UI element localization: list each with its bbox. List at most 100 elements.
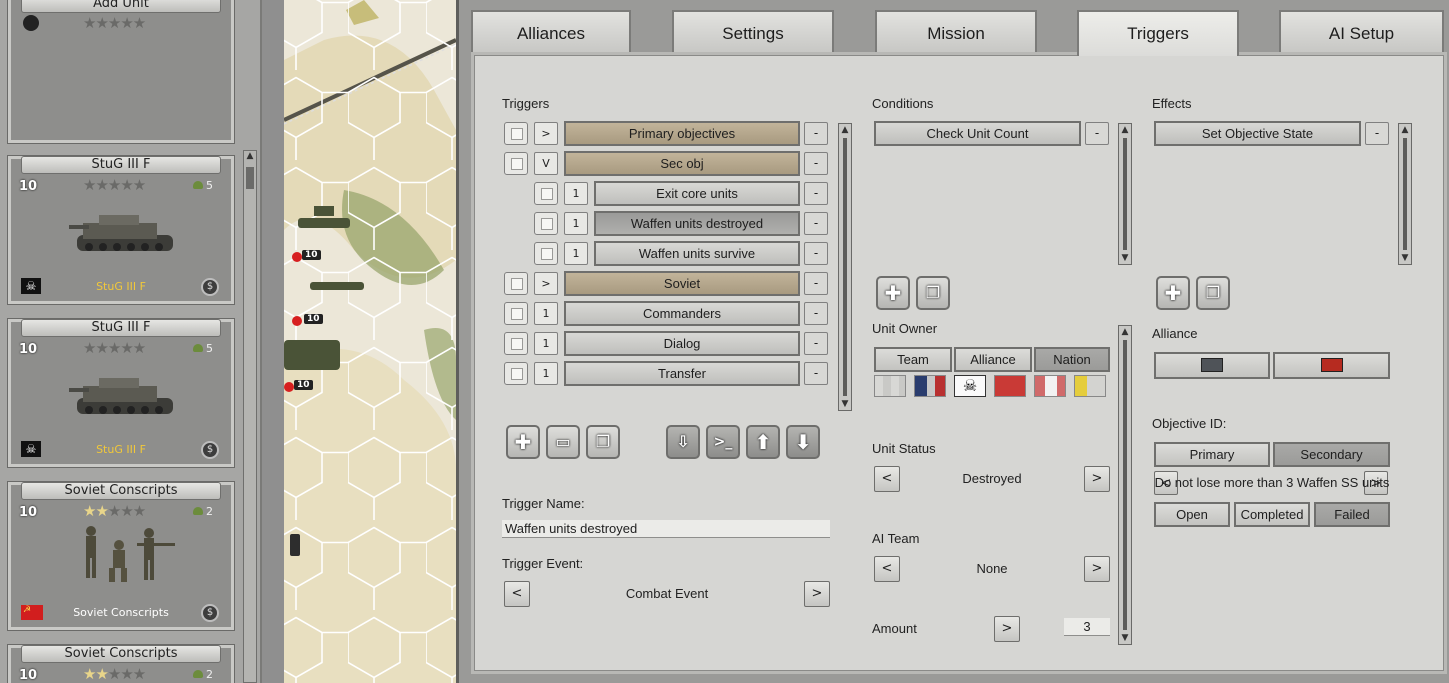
trigger-checkbox[interactable]	[504, 122, 528, 145]
owner-mode-nation[interactable]: Nation	[1034, 347, 1110, 372]
move-up-button[interactable]: ⬆	[746, 425, 780, 459]
trigger-item[interactable]: Exit core units	[594, 181, 800, 206]
trigger-order[interactable]: 1	[534, 302, 558, 325]
trigger-order[interactable]: 1	[534, 332, 558, 355]
status-next-button[interactable]: >	[1084, 466, 1110, 492]
import-button[interactable]: ⇩	[666, 425, 700, 459]
owner-mode-alliance[interactable]: Alliance	[954, 347, 1032, 372]
copy-effect-button[interactable]: ❐	[1196, 276, 1230, 310]
add-folder-button[interactable]: ▭	[546, 425, 580, 459]
nation-flag-soviet-icon[interactable]	[994, 375, 1026, 397]
trigger-expand-toggle[interactable]: V	[534, 152, 558, 175]
unit-card[interactable]: StuG III F 10 ★★★★★ 5 ☠ StuG III F $	[7, 318, 235, 468]
scroll-down-icon[interactable]: ▼	[1119, 252, 1131, 264]
trigger-checkbox[interactable]	[504, 362, 528, 385]
trigger-item[interactable]: Transfer	[564, 361, 800, 386]
trigger-checkbox[interactable]	[534, 182, 558, 205]
trigger-checkbox[interactable]	[504, 302, 528, 325]
add-effect-button[interactable]: ✚	[1156, 276, 1190, 310]
unit-card[interactable]: StuG III F 10 ★★★★★ 5 ☠ StuG III F $	[7, 155, 235, 305]
tab-alliances[interactable]: Alliances	[471, 10, 631, 53]
conditions-scrollbar[interactable]: ▲ ▼	[1118, 123, 1132, 265]
trigger-item[interactable]: Sec obj	[564, 151, 800, 176]
objective-type-secondary[interactable]: Secondary	[1273, 442, 1390, 467]
event-prev-button[interactable]: <	[504, 581, 530, 607]
trigger-order[interactable]: 1	[564, 242, 588, 265]
trigger-name-input[interactable]: Waffen units destroyed	[502, 520, 830, 538]
scrollbar-thumb[interactable]	[246, 167, 254, 189]
unit-card[interactable]: Soviet Conscripts 10 ★★★★★ 2 ☭ Soviet Co…	[7, 481, 235, 631]
objective-state-open[interactable]: Open	[1154, 502, 1230, 527]
scroll-up-icon[interactable]: ▲	[1119, 326, 1131, 338]
remove-effect-button[interactable]: -	[1365, 122, 1389, 145]
nation-flag-german-icon[interactable]	[914, 375, 946, 397]
amount-input[interactable]: 3	[1064, 618, 1110, 636]
trigger-item[interactable]: Soviet	[564, 271, 800, 296]
trigger-item[interactable]: Waffen units survive	[594, 241, 800, 266]
condition-details-scrollbar[interactable]: ▲ ▼	[1118, 325, 1132, 645]
tab-triggers[interactable]: Triggers	[1077, 10, 1239, 56]
remove-trigger-button[interactable]: -	[804, 122, 828, 145]
amount-next-button[interactable]: >	[994, 616, 1020, 642]
add-unit-card[interactable]: Add Unit ★★★★★	[7, 0, 235, 144]
scroll-up-icon[interactable]: ▲	[244, 151, 256, 165]
remove-trigger-button[interactable]: -	[804, 242, 828, 265]
alliance-option-axis[interactable]	[1154, 352, 1270, 379]
trigger-checkbox[interactable]	[534, 212, 558, 235]
scroll-down-icon[interactable]: ▼	[1119, 632, 1131, 644]
event-next-button[interactable]: >	[804, 581, 830, 607]
trigger-item[interactable]: Dialog	[564, 331, 800, 356]
remove-trigger-button[interactable]: -	[804, 152, 828, 175]
nation-flag-italian-icon[interactable]	[1034, 375, 1066, 397]
scroll-up-icon[interactable]: ▲	[1119, 124, 1131, 136]
trigger-expand-toggle[interactable]: >	[534, 122, 558, 145]
remove-trigger-button[interactable]: -	[804, 182, 828, 205]
triggers-scrollbar[interactable]: ▲ ▼	[838, 123, 852, 411]
nation-flag-waffen-ss-icon[interactable]: ☠	[954, 375, 986, 397]
owner-mode-team[interactable]: Team	[874, 347, 952, 372]
tab-mission[interactable]: Mission	[875, 10, 1037, 53]
trigger-item[interactable]: Primary objectives	[564, 121, 800, 146]
trigger-item[interactable]: Commanders	[564, 301, 800, 326]
trigger-order[interactable]: 1	[564, 182, 588, 205]
status-prev-button[interactable]: <	[874, 466, 900, 492]
remove-condition-button[interactable]: -	[1085, 122, 1109, 145]
scroll-down-icon[interactable]: ▼	[1399, 252, 1411, 264]
scroll-up-icon[interactable]: ▲	[1399, 124, 1411, 136]
trigger-checkbox[interactable]	[504, 272, 528, 295]
scroll-up-icon[interactable]: ▲	[839, 124, 851, 136]
remove-trigger-button[interactable]: -	[804, 302, 828, 325]
hex-map[interactable]: 10 10 10	[284, 0, 456, 683]
effects-scrollbar[interactable]: ▲ ▼	[1398, 123, 1412, 265]
tab-settings[interactable]: Settings	[672, 10, 834, 53]
tab-ai-setup[interactable]: AI Setup	[1279, 10, 1444, 53]
trigger-expand-toggle[interactable]: >	[534, 272, 558, 295]
unit-list-scrollbar[interactable]: ▲	[243, 150, 257, 683]
objective-state-completed[interactable]: Completed	[1234, 502, 1310, 527]
ai-team-prev-button[interactable]: <	[874, 556, 900, 582]
add-trigger-button[interactable]: ✚	[506, 425, 540, 459]
remove-trigger-button[interactable]: -	[804, 272, 828, 295]
remove-trigger-button[interactable]: -	[804, 212, 828, 235]
nation-flag-romanian-icon[interactable]	[1074, 375, 1106, 397]
effect-item[interactable]: Set Objective State	[1154, 121, 1361, 146]
trigger-order[interactable]: 1	[564, 212, 588, 235]
objective-state-failed[interactable]: Failed	[1314, 502, 1390, 527]
scroll-down-icon[interactable]: ▼	[839, 398, 851, 410]
nation-flag-neutral-icon[interactable]	[874, 375, 906, 397]
unit-card[interactable]: Soviet Conscripts 10 ★★★★★ 2	[7, 644, 235, 683]
trigger-order[interactable]: 1	[534, 362, 558, 385]
trigger-checkbox[interactable]	[534, 242, 558, 265]
condition-item[interactable]: Check Unit Count	[874, 121, 1081, 146]
add-condition-button[interactable]: ✚	[876, 276, 910, 310]
copy-trigger-button[interactable]: ❐	[586, 425, 620, 459]
move-down-button[interactable]: ⬇	[786, 425, 820, 459]
trigger-item-selected[interactable]: Waffen units destroyed	[594, 211, 800, 236]
ai-team-next-button[interactable]: >	[1084, 556, 1110, 582]
alliance-option-allies[interactable]	[1273, 352, 1390, 379]
remove-trigger-button[interactable]: -	[804, 332, 828, 355]
console-button[interactable]: >_	[706, 425, 740, 459]
copy-condition-button[interactable]: ❐	[916, 276, 950, 310]
objective-type-primary[interactable]: Primary	[1154, 442, 1270, 467]
trigger-checkbox[interactable]	[504, 152, 528, 175]
